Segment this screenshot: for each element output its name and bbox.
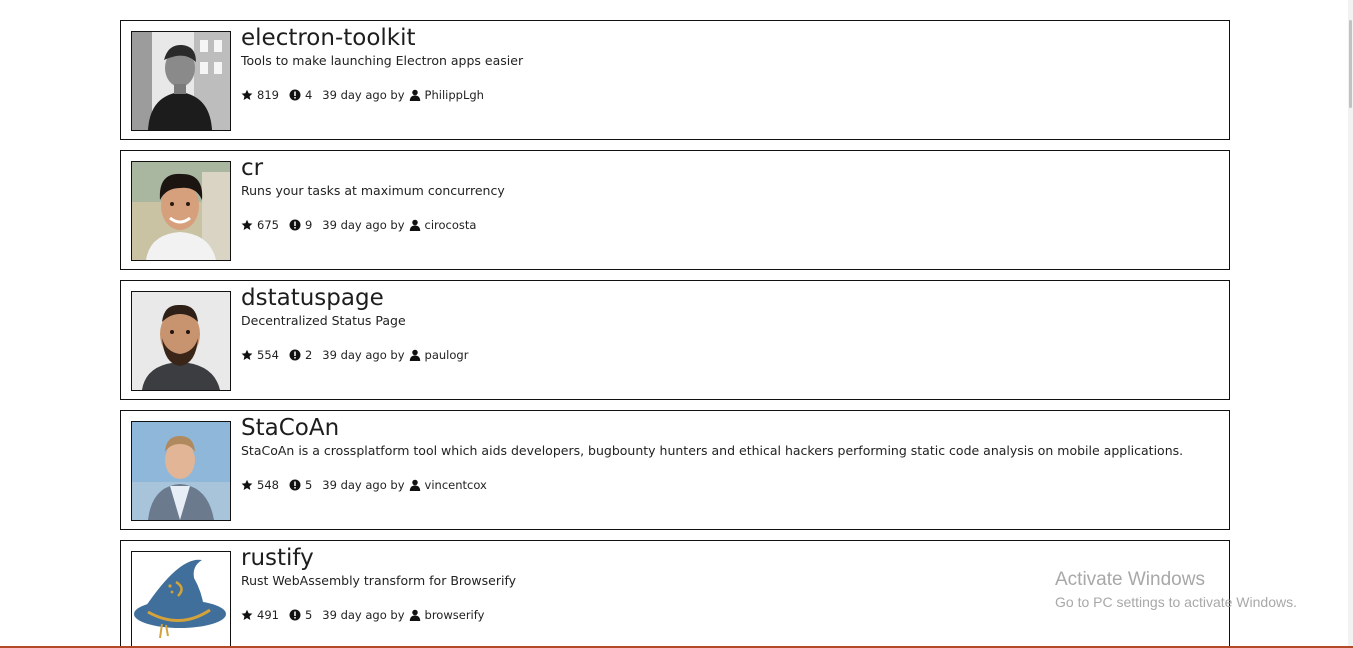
star-icon xyxy=(241,349,253,361)
updated-text: 39 day ago by xyxy=(322,478,405,492)
avatar[interactable] xyxy=(131,551,231,648)
avatar[interactable] xyxy=(131,291,231,391)
user-icon xyxy=(409,349,421,361)
repo-name[interactable]: electron-toolkit xyxy=(241,23,416,53)
star-count: 819 xyxy=(257,88,279,102)
issue-count: 5 xyxy=(304,478,313,492)
author-link[interactable]: PhilippLgh xyxy=(425,87,484,103)
issue-icon xyxy=(289,89,301,101)
avatar[interactable] xyxy=(131,31,231,131)
updated-text: 39 day ago by xyxy=(322,608,405,622)
star-icon xyxy=(241,479,253,491)
repo-meta: 554 2 39 day ago by paulogr xyxy=(241,347,468,363)
issue-icon xyxy=(289,609,301,621)
star-icon xyxy=(241,609,253,621)
issue-icon xyxy=(289,219,301,231)
repo-meta: 491 5 39 day ago by browserify xyxy=(241,607,484,623)
avatar[interactable] xyxy=(131,161,231,261)
author-link[interactable]: paulogr xyxy=(425,347,469,363)
user-icon xyxy=(409,609,421,621)
repo-description: Tools to make launching Electron apps ea… xyxy=(241,53,524,68)
repo-description: Rust WebAssembly transform for Browserif… xyxy=(241,573,517,588)
scrollbar-thumb[interactable] xyxy=(1349,20,1352,108)
updated-text: 39 day ago by xyxy=(322,88,405,102)
repo-card[interactable]: StaCoAn StaCoAn is a crossplatform tool … xyxy=(120,410,1230,530)
star-count: 554 xyxy=(257,348,279,362)
repo-name[interactable]: cr xyxy=(241,153,263,183)
repo-list: electron-toolkit Tools to make launching… xyxy=(120,20,1230,648)
star-count: 548 xyxy=(257,478,279,492)
issue-icon xyxy=(289,349,301,361)
author-link[interactable]: cirocosta xyxy=(425,217,477,233)
author-link[interactable]: vincentcox xyxy=(425,477,487,493)
issue-count: 2 xyxy=(304,348,313,362)
issue-count: 9 xyxy=(304,218,313,232)
star-icon xyxy=(241,219,253,231)
updated-text: 39 day ago by xyxy=(322,348,405,362)
issue-count: 5 xyxy=(304,608,313,622)
repo-card[interactable]: cr Runs your tasks at maximum concurrenc… xyxy=(120,150,1230,270)
repo-card[interactable]: dstatuspage Decentralized Status Page 55… xyxy=(120,280,1230,400)
star-count: 491 xyxy=(257,608,279,622)
repo-description: StaCoAn is a crossplatform tool which ai… xyxy=(241,443,1184,458)
repo-name[interactable]: dstatuspage xyxy=(241,283,384,313)
repo-description: Runs your tasks at maximum concurrency xyxy=(241,183,505,198)
issue-count: 4 xyxy=(304,88,313,102)
repo-meta: 548 5 39 day ago by vincentcox xyxy=(241,477,487,493)
issue-icon xyxy=(289,479,301,491)
user-icon xyxy=(409,89,421,101)
updated-text: 39 day ago by xyxy=(322,218,405,232)
user-icon xyxy=(409,479,421,491)
repo-name[interactable]: rustify xyxy=(241,543,314,573)
repo-card[interactable]: electron-toolkit Tools to make launching… xyxy=(120,20,1230,140)
repo-card[interactable]: rustify Rust WebAssembly transform for B… xyxy=(120,540,1230,648)
repo-meta: 675 9 39 day ago by cirocosta xyxy=(241,217,476,233)
repo-description: Decentralized Status Page xyxy=(241,313,406,328)
author-link[interactable]: browserify xyxy=(425,607,485,623)
star-icon xyxy=(241,89,253,101)
star-count: 675 xyxy=(257,218,279,232)
user-icon xyxy=(409,219,421,231)
avatar[interactable] xyxy=(131,421,231,521)
page: electron-toolkit Tools to make launching… xyxy=(0,0,1353,648)
repo-name[interactable]: StaCoAn xyxy=(241,413,339,443)
repo-meta: 819 4 39 day ago by PhilippLgh xyxy=(241,87,484,103)
vertical-scrollbar[interactable] xyxy=(1348,0,1353,648)
